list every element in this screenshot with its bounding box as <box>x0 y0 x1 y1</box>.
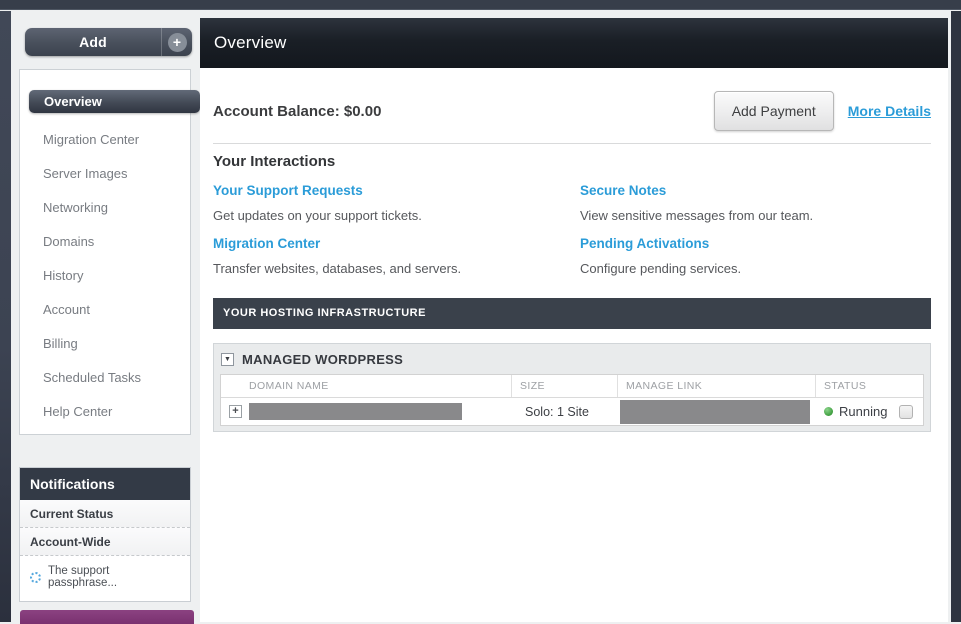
account-balance-row: Account Balance: $0.00 Add Payment More … <box>213 89 931 133</box>
secure-notes-link[interactable]: Secure Notes <box>580 183 666 198</box>
page-title: Overview <box>200 18 948 68</box>
sidebar-nav: Overview Migration Center Server Images … <box>19 69 191 435</box>
collapse-toggle-icon[interactable]: ▼ <box>221 353 234 366</box>
notifications-section-current-status[interactable]: Current Status <box>20 500 190 528</box>
status-running-icon <box>824 407 833 416</box>
account-balance: Account Balance: $0.00 <box>213 103 381 120</box>
pending-activations-description: Configure pending services. <box>580 261 931 276</box>
sidebar-item-server-images[interactable]: Server Images <box>20 157 190 191</box>
add-payment-button[interactable]: Add Payment <box>714 91 834 131</box>
support-requests-link[interactable]: Your Support Requests <box>213 183 363 198</box>
sidebar-item-account[interactable]: Account <box>20 293 190 327</box>
row-checkbox[interactable] <box>899 405 913 419</box>
pending-activations-link[interactable]: Pending Activations <box>580 236 709 251</box>
more-details-link[interactable]: More Details <box>848 103 931 119</box>
interaction-secure-notes: Secure Notes View sensitive messages fro… <box>580 182 931 223</box>
sidebar-item-overview[interactable]: Overview <box>29 90 200 113</box>
status-value: Running <box>839 404 887 419</box>
sidebar-item-domains[interactable]: Domains <box>20 225 190 259</box>
page-right-edge <box>951 11 961 622</box>
notification-item[interactable]: The support passphrase... <box>20 556 190 601</box>
migration-center-link[interactable]: Migration Center <box>213 236 320 251</box>
column-header-manage-link: MANAGE LINK <box>618 375 816 397</box>
managed-wordpress-table: DOMAIN NAME SIZE MANAGE LINK STATUS + So… <box>220 374 924 426</box>
interaction-migration-center: Migration Center Transfer websites, data… <box>213 235 580 276</box>
manage-link-redacted[interactable] <box>620 400 810 424</box>
table-row: + Solo: 1 Site Running <box>221 398 923 425</box>
managed-wordpress-title: MANAGED WORDPRESS <box>242 352 403 367</box>
interaction-pending-activations: Pending Activations Configure pending se… <box>580 235 931 276</box>
column-header-domain-name: DOMAIN NAME <box>221 375 512 397</box>
plus-icon: + <box>168 33 187 52</box>
interactions-title: Your Interactions <box>213 153 931 170</box>
browser-top-bar <box>0 0 961 10</box>
notifications-panel: Notifications Current Status Account-Wid… <box>19 467 191 602</box>
main-content: Account Balance: $0.00 Add Payment More … <box>200 68 948 622</box>
size-value: Solo: 1 Site <box>520 405 589 419</box>
notifications-section-account-wide[interactable]: Account-Wide <box>20 528 190 556</box>
managed-wordpress-header[interactable]: ▼ MANAGED WORDPRESS <box>220 349 924 374</box>
account-balance-label: Account Balance: <box>213 103 340 120</box>
page-left-edge <box>0 11 11 622</box>
migration-center-description: Transfer websites, databases, and server… <box>213 261 580 276</box>
notifications-title: Notifications <box>20 468 190 500</box>
add-button[interactable]: Add + <box>25 28 192 56</box>
column-header-status: STATUS <box>816 375 923 397</box>
sidebar-item-billing[interactable]: Billing <box>20 327 190 361</box>
loading-spinner-icon <box>30 572 41 583</box>
column-header-size: SIZE <box>512 375 618 397</box>
sidebar-item-networking[interactable]: Networking <box>20 191 190 225</box>
sidebar-item-help-center[interactable]: Help Center <box>20 395 190 429</box>
secure-notes-description: View sensitive messages from our team. <box>580 208 931 223</box>
sidebar-item-migration-center[interactable]: Migration Center <box>20 123 190 157</box>
managed-wordpress-panel: ▼ MANAGED WORDPRESS DOMAIN NAME SIZE MAN… <box>213 343 931 432</box>
interactions-grid: Your Support Requests Get updates on you… <box>213 170 931 276</box>
expand-row-icon[interactable]: + <box>229 405 242 418</box>
sidebar-item-history[interactable]: History <box>20 259 190 293</box>
account-balance-value: $0.00 <box>344 103 382 120</box>
add-button-label: Add <box>25 28 161 56</box>
domain-name-redacted[interactable] <box>249 403 462 420</box>
hosting-infrastructure-bar: YOUR HOSTING INFRASTRUCTURE <box>213 298 931 329</box>
add-dropdown-button[interactable]: + <box>161 28 192 56</box>
sidebar-item-scheduled-tasks[interactable]: Scheduled Tasks <box>20 361 190 395</box>
table-header-row: DOMAIN NAME SIZE MANAGE LINK STATUS <box>221 375 923 398</box>
interaction-support-requests: Your Support Requests Get updates on you… <box>213 182 580 223</box>
notification-message: The support passphrase... <box>48 565 180 589</box>
divider <box>213 143 931 144</box>
support-requests-description: Get updates on your support tickets. <box>213 208 580 223</box>
